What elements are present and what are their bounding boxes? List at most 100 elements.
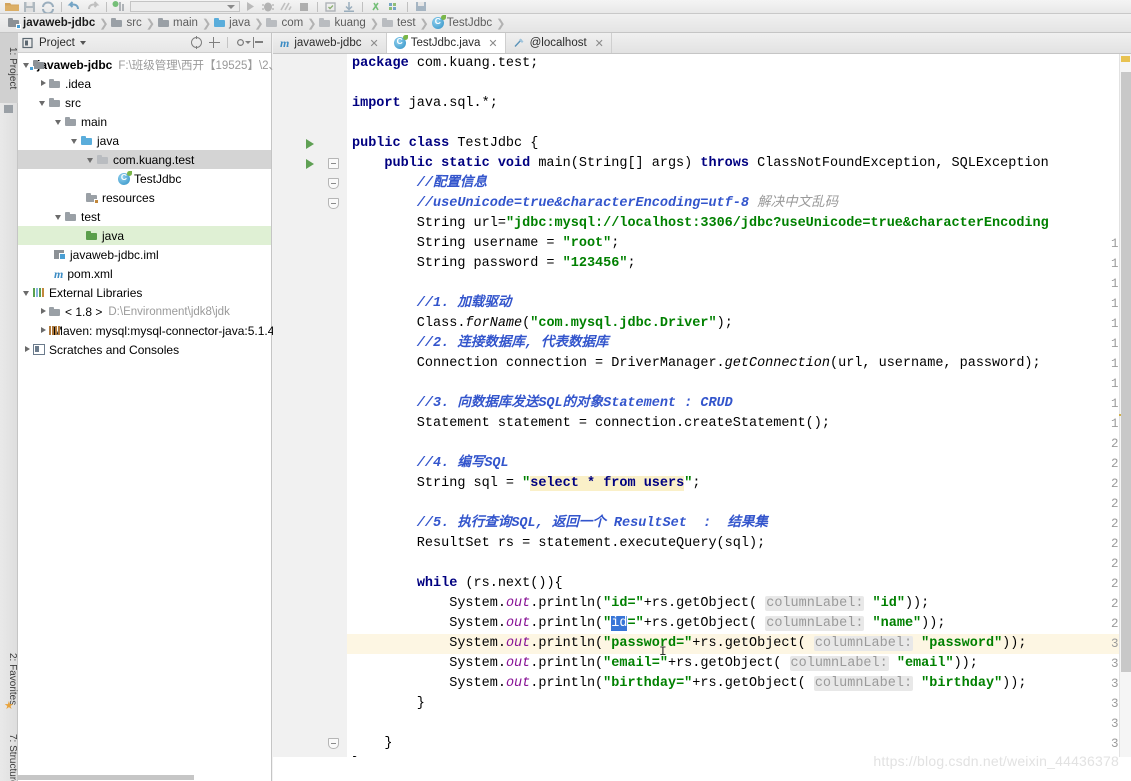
- commit-icon[interactable]: [323, 0, 339, 13]
- chevron-down-icon[interactable]: [54, 211, 65, 222]
- resources-folder-icon: [86, 192, 99, 204]
- tree-node-iml[interactable]: javaweb-jdbc.iml: [18, 245, 271, 264]
- libraries-icon: [33, 287, 45, 298]
- folder-icon: [49, 97, 61, 108]
- tool-window-tab-project[interactable]: 1: Project: [0, 33, 18, 103]
- tree-node-label: External Libraries: [49, 285, 143, 300]
- tool-window-tab-structure[interactable]: 7: Structure: [0, 723, 18, 781]
- vertical-scrollbar-thumb[interactable]: [1121, 72, 1131, 672]
- code-line-10: String username = "root";: [352, 236, 620, 251]
- breadcrumb-item-kuang[interactable]: kuang: [317, 14, 368, 33]
- debug-icon[interactable]: [260, 0, 276, 13]
- tree-node-idea[interactable]: .idea: [18, 74, 271, 93]
- tree-node-src[interactable]: src: [18, 93, 271, 112]
- tree-node-test[interactable]: test: [18, 207, 271, 226]
- code-line-25: ResultSet rs = statement.executeQuery(sq…: [352, 536, 766, 551]
- warning-marker[interactable]: [1121, 56, 1130, 62]
- chevron-down-icon[interactable]: [86, 154, 97, 165]
- chevron-down-icon[interactable]: [70, 135, 81, 146]
- project-panel-title: Project: [39, 36, 75, 49]
- tree-node-pom[interactable]: m pom.xml: [18, 264, 271, 283]
- save-all-icon[interactable]: [22, 0, 38, 13]
- chevron-right-icon[interactable]: [22, 344, 33, 355]
- error-stripe-marker-bar[interactable]: [1119, 54, 1131, 757]
- code-editor[interactable]: 1 2 3 4 5 6 7 8 9 10 11 12 13 14 15 16 1…: [273, 54, 1131, 757]
- code-line-9: String url="jdbc:mysql://localhost:3306/…: [352, 216, 1049, 231]
- collapse-all-icon[interactable]: [209, 37, 220, 48]
- source-folder-icon: [214, 18, 226, 28]
- tree-node-label: java: [97, 133, 120, 148]
- project-panel-header: Project: [18, 33, 271, 53]
- tree-node-java-main[interactable]: java: [18, 131, 271, 150]
- project-tool-window: Project javaweb-jdbc F:\班级管理\西开【19525】\2…: [18, 33, 292, 781]
- code-line-3: import java.sql.*;: [352, 96, 498, 111]
- chevron-right-icon[interactable]: [38, 325, 49, 336]
- run-method-gutter-icon[interactable]: [306, 159, 314, 169]
- fold-marker[interactable]: [328, 158, 339, 169]
- scrollbar-thumb[interactable]: [18, 775, 194, 780]
- project-tab-icon: [4, 105, 13, 113]
- toolbar-divider: [362, 1, 363, 12]
- run-class-gutter-icon[interactable]: [306, 139, 314, 149]
- breadcrumb-item-module[interactable]: javaweb-jdbc: [6, 14, 98, 33]
- breadcrumb-separator: ❯: [496, 17, 506, 30]
- sync-icon[interactable]: [40, 0, 56, 15]
- tree-node-com-kuang-test[interactable]: com.kuang.test: [18, 150, 271, 169]
- code-line-6: public static void main(String[] args) t…: [384, 156, 1049, 171]
- chevron-down-icon[interactable]: [54, 116, 65, 127]
- build-icon[interactable]: [112, 0, 128, 13]
- close-icon[interactable]: ✕: [369, 37, 378, 50]
- tree-node-maven-library[interactable]: Maven: mysql:mysql-connector-java:5.1.47: [18, 321, 281, 340]
- coverage-icon[interactable]: [278, 0, 294, 13]
- update-icon[interactable]: [341, 0, 357, 13]
- settings-icon[interactable]: [413, 0, 429, 13]
- close-icon[interactable]: ✕: [488, 37, 497, 50]
- breadcrumb-label: TestJdbc: [446, 17, 493, 29]
- database-console-icon: [513, 37, 525, 49]
- chevron-down-icon[interactable]: [79, 40, 86, 45]
- gear-icon[interactable]: [235, 37, 251, 48]
- breadcrumb-item-src[interactable]: src: [109, 14, 144, 33]
- undo-icon[interactable]: [67, 0, 83, 13]
- maven-pom-icon: m: [54, 266, 64, 281]
- breadcrumb-item-main[interactable]: main: [156, 14, 201, 33]
- chevron-down-icon[interactable]: [38, 97, 49, 108]
- tree-node-resources[interactable]: resources: [18, 188, 271, 207]
- chevron-right-icon[interactable]: [38, 78, 49, 89]
- editor-tab-testjdbc-java[interactable]: TestJdbc.java ✕: [386, 33, 506, 53]
- editor-tab-localhost[interactable]: @localhost ✕: [506, 33, 612, 53]
- tree-node-testjdbc[interactable]: TestJdbc: [18, 169, 271, 188]
- editor-tab-javaweb-jdbc[interactable]: m javaweb-jdbc ✕: [273, 33, 387, 53]
- redo-icon[interactable]: [85, 0, 101, 13]
- tree-node-javaweb-jdbc[interactable]: javaweb-jdbc F:\班级管理\西开【19525】\2、什: [18, 55, 292, 74]
- mouse-text-cursor: I: [659, 644, 667, 659]
- breadcrumb-item-java[interactable]: java: [212, 14, 253, 33]
- tree-node-jdk[interactable]: < 1.8 > D:\Environment\jdk8\jdk: [18, 302, 271, 321]
- tree-node-label: .idea: [65, 76, 92, 91]
- breadcrumb-item-com[interactable]: com: [264, 14, 306, 33]
- close-icon[interactable]: ✕: [595, 37, 604, 50]
- search-everywhere-icon[interactable]: [368, 0, 384, 13]
- chevron-right-icon[interactable]: [38, 306, 49, 317]
- breadcrumb-item-test[interactable]: test: [380, 14, 419, 33]
- breadcrumb-label: kuang: [334, 17, 366, 29]
- chevron-down-icon[interactable]: [22, 287, 33, 298]
- open-folder-icon[interactable]: [4, 0, 20, 13]
- tree-node-main[interactable]: main: [18, 112, 271, 131]
- breadcrumb-label: test: [397, 17, 416, 29]
- tree-node-external-libraries[interactable]: External Libraries: [18, 283, 271, 302]
- hide-icon[interactable]: [253, 37, 264, 48]
- project-horizontal-scrollbar[interactable]: [18, 774, 272, 781]
- run-icon[interactable]: [242, 0, 258, 13]
- tree-node-scratches[interactable]: Scratches and Consoles: [18, 340, 271, 359]
- structure-icon[interactable]: [386, 0, 402, 13]
- fold-marker[interactable]: [328, 738, 339, 749]
- stop-icon[interactable]: [296, 0, 312, 13]
- tree-node-java-test[interactable]: java: [18, 226, 271, 245]
- fold-marker[interactable]: [328, 198, 339, 209]
- tree-node-label: javaweb-jdbc: [37, 57, 113, 72]
- fold-marker[interactable]: [328, 178, 339, 189]
- breadcrumb-item-class[interactable]: TestJdbc: [430, 14, 495, 33]
- scroll-to-source-icon[interactable]: [191, 36, 202, 49]
- run-configuration-select[interactable]: [130, 1, 240, 12]
